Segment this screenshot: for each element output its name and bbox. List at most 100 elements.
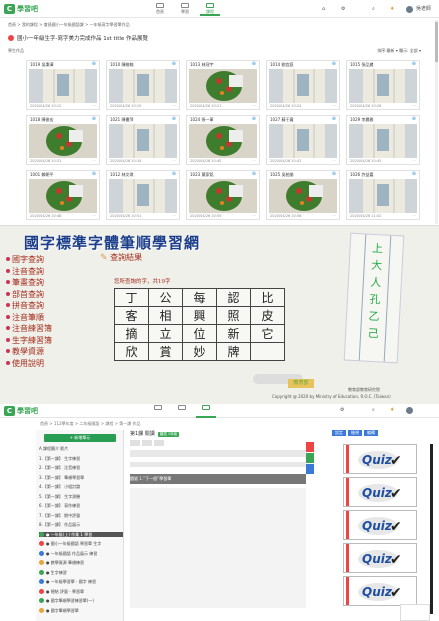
more-icon[interactable]: ⋯ (172, 213, 176, 218)
character-cell[interactable]: 比 (250, 288, 285, 307)
work-thumbnail[interactable] (109, 124, 177, 158)
expand-icon[interactable]: ⊕ (332, 117, 336, 122)
character-cell[interactable]: 每 (182, 288, 217, 307)
menu-item-2[interactable]: 筆畫查詢 (6, 277, 76, 289)
quiz-card[interactable]: Quiz ✔ (343, 543, 417, 573)
expand-icon[interactable]: ⊕ (412, 172, 416, 177)
side-tab[interactable] (306, 464, 314, 474)
character-cell[interactable]: 摘 (114, 324, 149, 343)
subject-tag[interactable]: 國語 1年級 (157, 432, 180, 437)
tools-icon[interactable]: ⚙ (341, 4, 345, 14)
sidebar-item[interactable]: 3.【第一課】 筆順學習單 (39, 475, 123, 480)
more-icon[interactable]: ⋯ (92, 158, 96, 163)
sidebar-item[interactable]: ● 生字練習 (39, 569, 123, 575)
expand-icon[interactable]: ⊕ (332, 62, 336, 67)
work-thumbnail[interactable] (349, 179, 417, 213)
sidebar-item[interactable]: 2.【第一課】 注音練習 (39, 465, 123, 470)
character-cell[interactable]: 立 (148, 324, 183, 343)
work-card[interactable]: 1001 賴朝平 ⊕ 2020/04/26 10:48 ⋯ (26, 170, 100, 220)
work-card[interactable]: 1015 張品崴 ⊕ 2020/04/26 10:26 ⋯ (346, 60, 420, 110)
scrollbar[interactable] (435, 20, 438, 224)
work-thumbnail[interactable] (269, 179, 337, 213)
work-card[interactable]: 1025 吳柏諭 ⊕ 2020/04/26 10:58 ⋯ (266, 170, 340, 220)
sidebar-item[interactable]: ● 總結 評量 - 學習單 (39, 588, 123, 594)
menu-item-9[interactable]: 使用說明 (6, 358, 76, 370)
work-card[interactable]: 1010 陳維翰 ⊕ 2020/04/26 10:15 ⋯ (106, 60, 180, 110)
side-tab[interactable] (306, 442, 314, 452)
user-name[interactable]: 吳老師 (416, 4, 431, 14)
nav-learn[interactable] (172, 404, 192, 418)
toolbar-button[interactable]: 檢視 (348, 430, 362, 436)
sidebar-item[interactable]: 6.【第一課】 寫作練習 (39, 503, 123, 508)
filter-controls[interactable]: 排序:最新 ▾ 顯示: 全部 ▾ (377, 48, 421, 54)
expand-icon[interactable]: ⊕ (252, 62, 256, 67)
nav-learn[interactable]: 學習 (175, 2, 195, 16)
menu-item-3[interactable]: 部首查詢 (6, 289, 76, 301)
menu-item-8[interactable]: 教學資源 (6, 346, 76, 358)
expand-icon[interactable]: ⊕ (92, 117, 96, 122)
scroll-thumb[interactable] (435, 22, 438, 62)
more-icon[interactable]: ⋯ (332, 158, 336, 163)
toolbar-button[interactable]: 編輯 (364, 430, 378, 436)
sidebar-item[interactable]: 1.【第一課】 生字練習 (39, 456, 123, 461)
notify-icon[interactable]: ⌂ (322, 4, 325, 14)
character-cell[interactable]: 賞 (148, 342, 183, 361)
logo-mark[interactable]: C (4, 4, 15, 14)
expand-icon[interactable]: ⊕ (172, 172, 176, 177)
sidebar-item[interactable]: ● 國小一年級國語 學習單 生字 (39, 541, 123, 546)
work-card[interactable]: 1021 陳書萍 ⊕ 2020/04/26 10:34 ⋯ (106, 115, 180, 165)
more-icon[interactable]: ⋯ (332, 213, 336, 218)
expand-icon[interactable]: ⊕ (172, 62, 176, 67)
menu-item-7[interactable]: 生字練習簿 (6, 335, 76, 347)
work-card[interactable]: 1029 李晨雅 ⊕ 2020/04/26 10:45 ⋯ (346, 115, 420, 165)
quiz-card[interactable]: Quiz ✔ (343, 444, 417, 474)
sidebar-item[interactable]: 4.【第一課】 小組討論 (39, 484, 123, 489)
more-icon[interactable]: ⋯ (252, 158, 256, 163)
breadcrumb[interactable]: 首頁 > 112學年度 > 二年級國語 > 課程 > 第一課 作品 (40, 421, 140, 427)
character-cell[interactable]: 公 (148, 288, 183, 307)
logo-text[interactable]: 學習吧 (17, 406, 38, 416)
menu-item-4[interactable]: 拼音查詢 (6, 300, 76, 312)
character-cell[interactable]: 相 (148, 306, 183, 325)
character-cell[interactable]: 新 (216, 324, 251, 343)
work-card[interactable]: 1014 劉宜庭 ⊕ 2020/04/26 10:24 ⋯ (266, 60, 340, 110)
sidebar-item[interactable]: ● 一年級(上) 作業 1 學習 (39, 531, 123, 537)
work-card[interactable]: 1018 陳俊宏 ⊕ 2020/04/26 10:31 ⋯ (26, 115, 100, 165)
character-cell[interactable]: 興 (182, 306, 217, 325)
more-icon[interactable]: ⋯ (252, 103, 256, 108)
work-thumbnail[interactable] (109, 69, 177, 103)
menu-item-5[interactable]: 注音筆順 (6, 312, 76, 324)
more-icon[interactable]: ⋯ (252, 213, 256, 218)
character-cell[interactable]: 妙 (182, 342, 217, 361)
quiz-card[interactable]: Quiz ✔ (343, 510, 417, 540)
avatar[interactable] (406, 6, 413, 13)
add-unit-button[interactable]: + 新增單元 (44, 434, 116, 442)
expand-icon[interactable]: ⊕ (92, 172, 96, 177)
logo-mark[interactable]: C (4, 406, 15, 416)
work-thumbnail[interactable] (349, 124, 417, 158)
scrollbar[interactable] (430, 444, 433, 614)
work-card[interactable]: 1024 張一寧 ⊕ 2020/04/26 10:40 ⋯ (186, 115, 260, 165)
work-card[interactable]: 1026 許益嘉 ⊕ 2020/04/26 11:02 ⋯ (346, 170, 420, 220)
more-icon[interactable]: ⋯ (412, 103, 416, 108)
nav-courses[interactable]: 課程 (200, 2, 220, 16)
toolbar-button[interactable]: 設定 (332, 430, 346, 436)
character-cell[interactable]: 認 (216, 288, 251, 307)
expand-icon[interactable]: ⊕ (252, 117, 256, 122)
character-cell[interactable]: 客 (114, 306, 149, 325)
quiz-card[interactable]: Quiz ✔ (343, 477, 417, 507)
more-icon[interactable]: ⋯ (92, 213, 96, 218)
action-button[interactable] (154, 440, 164, 446)
expand-icon[interactable]: ⊕ (172, 117, 176, 122)
bell-icon[interactable]: ♦ (390, 4, 394, 14)
sidebar-item[interactable]: A 課程簡介 影片 (39, 446, 123, 451)
more-icon[interactable]: ⋯ (412, 213, 416, 218)
search-icon[interactable]: ⌕ (372, 405, 375, 415)
character-cell[interactable]: 皮 (250, 306, 285, 325)
work-thumbnail[interactable] (109, 179, 177, 213)
action-button[interactable] (142, 440, 152, 446)
logo-text[interactable]: 學習吧 (17, 4, 38, 14)
tools-icon[interactable]: ⚙ (340, 405, 344, 415)
work-thumbnail[interactable] (269, 69, 337, 103)
more-icon[interactable]: ⋯ (92, 103, 96, 108)
